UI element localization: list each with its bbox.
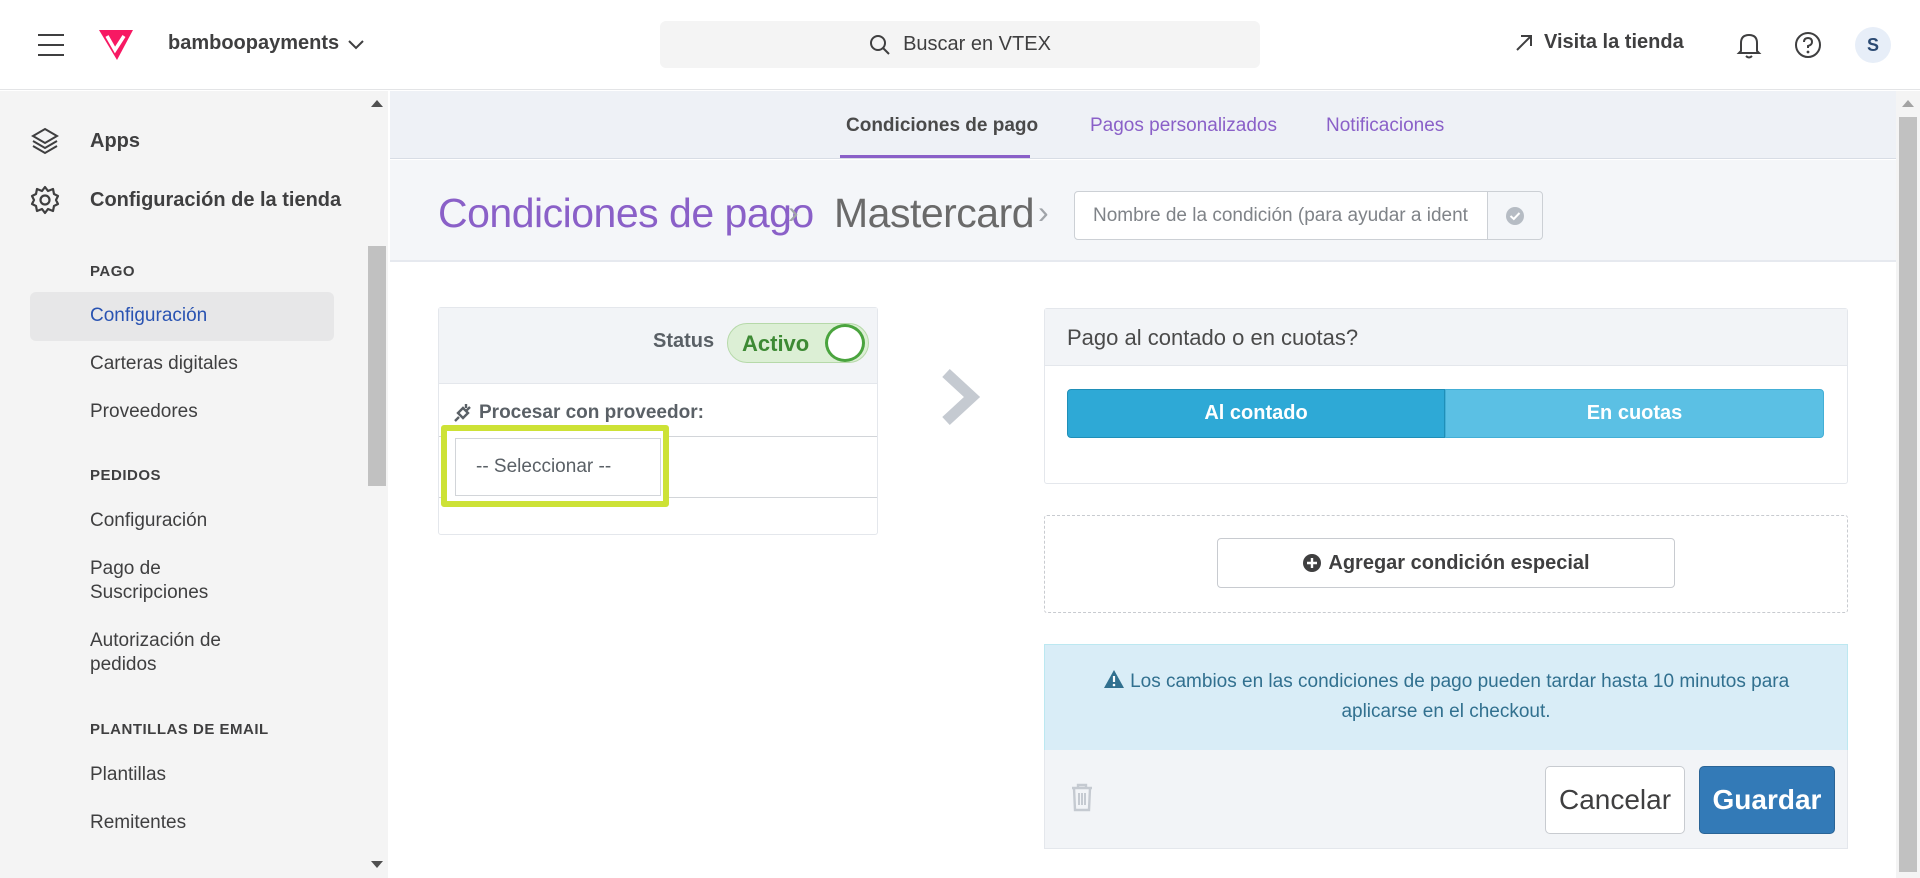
- installments-option-button[interactable]: En cuotas: [1445, 389, 1824, 438]
- sidebar-item-templates[interactable]: Plantillas: [90, 763, 290, 787]
- cancel-button[interactable]: Cancelar: [1545, 766, 1685, 834]
- breadcrumb-root[interactable]: Condiciones de pago: [438, 190, 814, 237]
- special-condition-area: Agregar condición especial: [1044, 515, 1848, 613]
- sidebar-section-title: PEDIDOS: [90, 467, 162, 484]
- scroll-down-icon[interactable]: [371, 861, 383, 868]
- info-alert: Los cambios en las condiciones de pago p…: [1044, 644, 1848, 750]
- top-bar: bamboopayments Buscar en VTEX Visita la …: [0, 0, 1920, 90]
- warning-icon: [1103, 670, 1124, 688]
- payment-type-card: Pago al contado o en cuotas? Al contado …: [1044, 308, 1848, 484]
- sidebar-item-subscriptions[interactable]: Pago de Suscripciones: [90, 557, 250, 605]
- status-card-header: Status Activo: [439, 308, 877, 384]
- status-card: Status Activo Procesar con proveedor: --…: [438, 307, 878, 535]
- scroll-up-icon[interactable]: [1902, 100, 1914, 107]
- sidebar-section-title: PLANTILLAS DE EMAIL: [90, 721, 269, 738]
- sidebar-item-orders-config[interactable]: Configuración: [90, 509, 290, 533]
- tab-custom-payments[interactable]: Pagos personalizados: [1090, 115, 1277, 137]
- help-icon[interactable]: [1794, 31, 1822, 59]
- status-label: Status: [653, 330, 715, 352]
- sidebar-item-store-config[interactable]: Configuración de la tienda: [30, 185, 341, 215]
- search-bar[interactable]: Buscar en VTEX: [660, 21, 1260, 68]
- avatar[interactable]: S: [1855, 27, 1891, 63]
- add-special-condition-button[interactable]: Agregar condición especial: [1217, 538, 1675, 588]
- account-name: bamboopayments: [168, 32, 340, 54]
- save-button[interactable]: Guardar: [1699, 766, 1835, 834]
- cash-option-button[interactable]: Al contado: [1067, 389, 1445, 438]
- plus-circle-icon: [1303, 554, 1322, 572]
- sidebar-section-title: PAGO: [90, 263, 136, 280]
- sidebar-item-digital-wallets[interactable]: Carteras digitales: [90, 352, 290, 376]
- arrow-up-right-icon: [1516, 34, 1532, 51]
- chevron-right-icon: ›: [788, 194, 799, 230]
- payment-type-question: Pago al contado o en cuotas?: [1045, 309, 1847, 366]
- layers-icon: [31, 127, 59, 155]
- status-toggle[interactable]: Activo: [727, 323, 869, 363]
- sidebar-item-label: Configuración de la tienda: [90, 188, 342, 211]
- confirm-name-button[interactable]: [1487, 191, 1543, 240]
- gear-icon: [30, 185, 60, 215]
- main-scrollbar-thumb[interactable]: [1899, 117, 1917, 872]
- form-actions: Cancelar Guardar: [1044, 750, 1848, 849]
- plug-icon: [454, 404, 471, 422]
- provider-label-text: Procesar con proveedor:: [479, 402, 704, 423]
- vtex-logo[interactable]: [97, 26, 135, 64]
- check-circle-icon: [1506, 206, 1524, 225]
- info-alert-text: Los cambios en las condiciones de pago p…: [1130, 671, 1790, 722]
- trash-icon[interactable]: [1069, 782, 1095, 812]
- sidebar-scrollbar-thumb[interactable]: [368, 246, 386, 486]
- visit-store-link[interactable]: Visita la tienda: [1514, 31, 1684, 54]
- sidebar-item-apps[interactable]: Apps: [30, 126, 140, 156]
- tab-notifications[interactable]: Notificaciones: [1326, 115, 1444, 137]
- sidebar-item-label: Apps: [90, 129, 140, 152]
- add-special-condition-label: Agregar condición especial: [1328, 551, 1590, 574]
- toggle-knob: [825, 324, 865, 362]
- chevron-right-icon: [942, 368, 981, 426]
- visit-store-label: Visita la tienda: [1544, 31, 1684, 53]
- provider-select[interactable]: -- Seleccionar --: [455, 438, 661, 496]
- condition-name-input[interactable]: [1074, 191, 1488, 240]
- active-tab-indicator: [840, 155, 1030, 158]
- sidebar-item-providers[interactable]: Proveedores: [90, 400, 290, 424]
- sidebar-item-senders[interactable]: Remitentes: [90, 811, 290, 835]
- provider-label: Procesar con proveedor:: [453, 402, 704, 424]
- sidebar-item-payment-config[interactable]: Configuración: [30, 292, 334, 341]
- chevron-right-icon: ›: [1038, 194, 1049, 230]
- tab-bar: Condiciones de pago Pagos personalizados…: [390, 91, 1896, 159]
- main-content: Condiciones de pago Pagos personalizados…: [390, 91, 1896, 878]
- sidebar: Apps Configuración de la tienda PAGO Con…: [0, 91, 366, 878]
- tab-payment-conditions[interactable]: Condiciones de pago: [846, 115, 1038, 137]
- status-toggle-label: Activo: [742, 331, 810, 356]
- breadcrumb: Condiciones de pago › Mastercard ›: [390, 160, 1896, 262]
- account-switcher[interactable]: bamboopayments: [168, 32, 365, 55]
- scroll-up-icon[interactable]: [371, 100, 383, 107]
- breadcrumb-current: Mastercard: [834, 190, 1035, 236]
- menu-icon[interactable]: [38, 34, 64, 56]
- bell-icon[interactable]: [1736, 31, 1762, 59]
- search-placeholder: Buscar en VTEX: [903, 33, 1051, 55]
- sidebar-item-order-authorization[interactable]: Autorización de pedidos: [90, 629, 250, 677]
- chevron-down-icon: [348, 39, 364, 49]
- search-icon: [870, 34, 890, 55]
